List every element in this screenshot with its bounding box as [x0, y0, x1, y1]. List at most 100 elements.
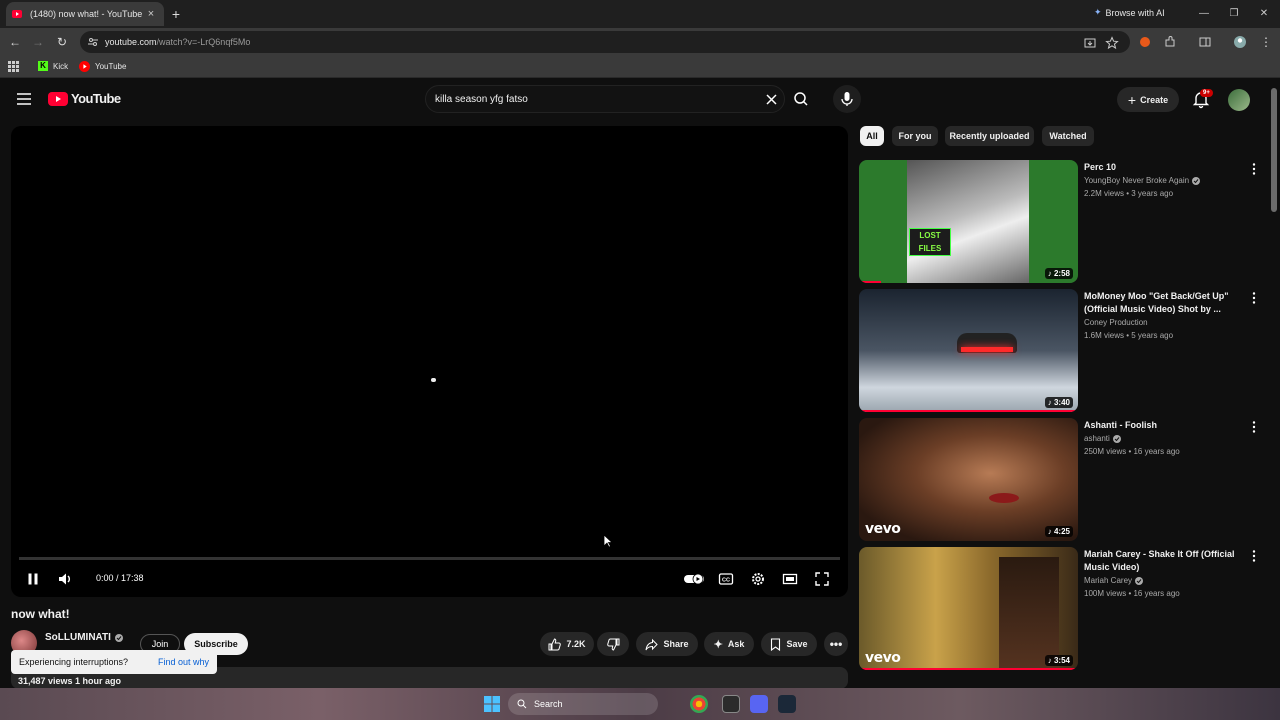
captions-icon[interactable]: CC — [718, 571, 734, 587]
theater-mode-icon[interactable] — [782, 571, 798, 587]
restore-icon[interactable]: ❐ — [1226, 6, 1242, 22]
duration-badge: ♪ 3:40 — [1044, 397, 1073, 408]
find-out-why-link[interactable]: Find out why — [158, 657, 209, 667]
more-vertical-icon[interactable] — [1249, 291, 1259, 305]
discord-icon[interactable] — [750, 695, 768, 713]
chip-for-you[interactable]: For you — [892, 126, 938, 146]
video-thumbnail[interactable]: LOST FILES ♪ 2:58 — [859, 160, 1078, 283]
hamburger-menu-icon[interactable] — [17, 93, 31, 105]
recommendation-item[interactable]: ♪ 3:40 MoMoney Moo "Get Back/Get Up" (Of… — [859, 289, 1269, 412]
chrome-icon[interactable] — [690, 695, 708, 713]
browse-with-ai-button[interactable]: ✦ Browse with AI — [1094, 7, 1165, 18]
more-vertical-icon[interactable] — [1249, 420, 1259, 434]
pause-icon[interactable] — [25, 571, 41, 587]
recommendation-channel[interactable]: ashanti — [1084, 434, 1121, 443]
duration-badge: ♪ 2:58 — [1044, 268, 1073, 279]
search-input[interactable]: killa season yfg fatso — [425, 85, 785, 113]
bookmark-star-icon[interactable] — [1105, 36, 1119, 50]
video-player[interactable]: 0:00 / 17:38 CC — [11, 126, 848, 597]
recommendation-title[interactable]: Ashanti - Foolish — [1084, 419, 1249, 432]
clear-search-icon[interactable] — [766, 94, 777, 105]
duration-text: 2:58 — [1053, 269, 1070, 278]
recommendation-title[interactable]: MoMoney Moo "Get Back/Get Up" (Official … — [1084, 290, 1249, 316]
extensions-puzzle-icon[interactable] — [1163, 35, 1177, 49]
steam-icon[interactable] — [778, 695, 796, 713]
side-panel-icon[interactable] — [1198, 35, 1212, 49]
verified-badge-icon — [114, 633, 123, 642]
address-bar[interactable]: youtube.com/watch?v=-LrQ6nqf5Mo — [80, 31, 1130, 53]
chip-watched[interactable]: Watched — [1042, 126, 1094, 146]
youtube-logo[interactable]: YouTube — [48, 91, 121, 106]
windows-taskbar: Search — [0, 688, 1280, 720]
apps-grid-icon[interactable] — [8, 61, 19, 72]
channel-name-text: SoLLUMINATI — [45, 632, 111, 643]
reload-icon[interactable]: ↻ — [54, 34, 70, 50]
video-thumbnail[interactable]: ♪ 3:40 — [859, 289, 1078, 412]
save-button[interactable]: Save — [761, 632, 817, 656]
more-vertical-icon[interactable] — [1249, 162, 1259, 176]
recommendation-item[interactable]: vevo ♪ 4:25 Ashanti - Foolish ashanti 25… — [859, 418, 1269, 541]
ask-button[interactable]: ✦ Ask — [704, 632, 754, 656]
new-tab-button[interactable]: + — [168, 6, 184, 22]
recommendation-item[interactable]: vevo ♪ 3:54 Mariah Carey - Shake It Off … — [859, 547, 1269, 670]
recommendation-item[interactable]: LOST FILES ♪ 2:58 Perc 10 YoungBoy Never… — [859, 160, 1269, 283]
chip-recently-uploaded[interactable]: Recently uploaded — [945, 126, 1034, 146]
volume-icon[interactable] — [57, 571, 73, 587]
recommendation-channel[interactable]: YoungBoy Never Broke Again — [1084, 176, 1201, 185]
like-button[interactable]: 7.2K — [540, 632, 594, 656]
browser-menu-icon[interactable]: ⋮ — [1258, 34, 1274, 50]
tab-close-icon[interactable]: × — [144, 8, 158, 20]
url-path: /watch?v=-LrQ6nqf5Mo — [156, 37, 251, 47]
progress-bar[interactable] — [19, 557, 840, 560]
create-button[interactable]: + Create — [1117, 87, 1179, 112]
share-button[interactable]: Share — [636, 632, 698, 656]
app-icon[interactable] — [722, 695, 740, 713]
forward-arrow-icon[interactable]: → — [30, 34, 46, 50]
autoplay-toggle-icon[interactable] — [683, 571, 705, 587]
recommendation-meta: 2.2M views • 3 years ago — [1084, 189, 1174, 198]
windows-start-icon[interactable] — [484, 696, 500, 712]
voice-search-button[interactable] — [833, 85, 861, 113]
taskbar-search[interactable]: Search — [508, 693, 658, 715]
window-close-icon[interactable]: ✕ — [1256, 6, 1272, 22]
profile-icon[interactable] — [1233, 35, 1247, 49]
notification-badge: 9+ — [1200, 89, 1213, 97]
browser-tab[interactable]: (1480) now what! - YouTube × — [6, 2, 164, 26]
recommendation-title[interactable]: Mariah Carey - Shake It Off (Official Mu… — [1084, 548, 1249, 574]
bookmark-youtube[interactable]: YouTube — [79, 61, 126, 72]
page-scrollbar[interactable] — [1271, 88, 1277, 212]
verified-badge-icon — [1112, 434, 1121, 443]
account-avatar[interactable] — [1228, 89, 1250, 111]
thumbs-down-icon — [606, 638, 619, 651]
thumbnail-lips — [989, 493, 1019, 503]
youtube-logo-icon — [48, 91, 68, 106]
minimize-icon[interactable]: — — [1196, 6, 1212, 22]
fullscreen-icon[interactable] — [814, 571, 830, 587]
save-label: Save — [786, 639, 808, 649]
more-vertical-icon[interactable] — [1249, 549, 1259, 563]
watched-progress — [859, 410, 1078, 412]
recommendation-title[interactable]: Perc 10 — [1084, 161, 1249, 174]
install-app-icon[interactable] — [1083, 36, 1097, 50]
recommendation-channel[interactable]: Mariah Carey — [1084, 576, 1144, 585]
browser-tab-bar: (1480) now what! - YouTube × + ✦ Browse … — [0, 0, 1280, 28]
chip-all[interactable]: All — [860, 126, 884, 146]
more-actions-button[interactable]: ••• — [824, 632, 848, 656]
recommendation-meta: 100M views • 16 years ago — [1084, 589, 1180, 598]
back-arrow-icon[interactable]: ← — [7, 34, 23, 50]
verified-badge-icon — [1135, 576, 1144, 585]
settings-gear-icon[interactable] — [750, 571, 766, 587]
plus-icon: + — [1127, 91, 1137, 108]
bookmark-kick[interactable]: K Kick — [38, 61, 68, 71]
dislike-button[interactable] — [597, 632, 629, 656]
video-thumbnail[interactable]: vevo ♪ 4:25 — [859, 418, 1078, 541]
thumbnail-taillights — [961, 347, 1013, 352]
search-button[interactable] — [787, 87, 815, 111]
recommendation-channel[interactable]: Coney Production — [1084, 318, 1148, 327]
extension-fire-icon[interactable] — [1138, 35, 1152, 49]
channel-name[interactable]: SoLLUMINATI — [45, 632, 123, 643]
watched-progress — [859, 281, 881, 283]
site-info-icon[interactable] — [88, 37, 98, 47]
video-thumbnail[interactable]: vevo ♪ 3:54 — [859, 547, 1078, 670]
bookmark-label: YouTube — [95, 62, 127, 71]
